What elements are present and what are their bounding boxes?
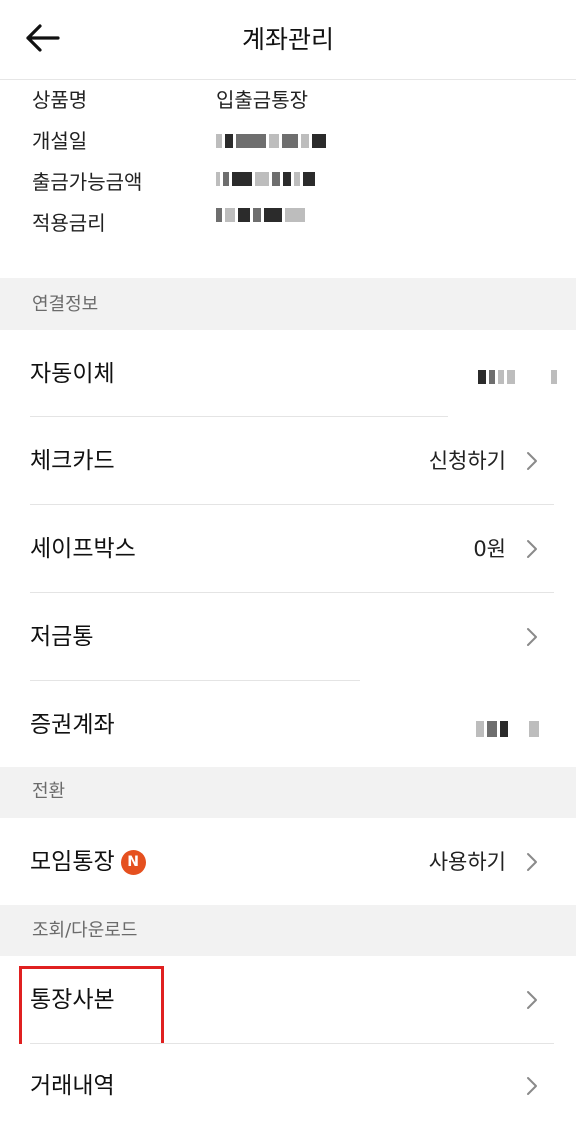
interest-rate-value-redacted bbox=[216, 208, 305, 222]
open-date-label: 개설일 bbox=[32, 129, 88, 153]
highlight-box bbox=[19, 966, 164, 1047]
safe-box-label: 세이프박스 bbox=[30, 536, 136, 562]
chevron-right-icon bbox=[527, 991, 537, 1009]
group-account-row[interactable]: 모임통장 N 사용하기 bbox=[0, 818, 576, 906]
section-connected-label: 연결정보 bbox=[32, 294, 99, 315]
withdrawable-amount-value-redacted bbox=[216, 172, 315, 186]
withdrawable-amount-label: 출금가능금액 bbox=[32, 170, 143, 194]
account-info: 상품명 입출금통장 개설일 출금가능금액 적용금리 bbox=[0, 80, 576, 278]
chevron-right-icon bbox=[527, 853, 537, 871]
page-title: 계좌관리 bbox=[241, 25, 334, 54]
check-card-label: 체크카드 bbox=[30, 448, 115, 474]
interest-rate-label: 적용금리 bbox=[32, 211, 106, 235]
check-card-value: 신청하기 bbox=[428, 449, 506, 473]
open-date-value-redacted bbox=[216, 134, 326, 148]
auto-transfer-row[interactable]: 자동이체 bbox=[0, 330, 576, 418]
section-connected: 연결정보 bbox=[0, 278, 576, 330]
safe-box-row[interactable]: 세이프박스 0원 bbox=[0, 505, 576, 593]
chevron-right-icon bbox=[527, 540, 537, 558]
group-account-label-wrap: 모임통장 N bbox=[30, 846, 146, 878]
transaction-history-row[interactable]: 거래내역 bbox=[0, 1044, 576, 1128]
product-name-value: 입출금통장 bbox=[216, 88, 308, 112]
section-switch-label: 전환 bbox=[32, 781, 66, 802]
auto-transfer-label: 자동이체 bbox=[30, 361, 115, 387]
safe-box-value: 0원 bbox=[473, 537, 506, 561]
group-account-value: 사용하기 bbox=[428, 850, 506, 874]
transaction-history-label: 거래내역 bbox=[30, 1073, 115, 1099]
securities-account-label: 증권계좌 bbox=[30, 712, 115, 738]
piggy-bank-label: 저금통 bbox=[30, 624, 94, 650]
app-header: 계좌관리 bbox=[0, 0, 576, 80]
piggy-bank-row[interactable]: 저금통 bbox=[0, 593, 576, 681]
product-name-label: 상품명 bbox=[32, 88, 88, 112]
chevron-right-icon bbox=[527, 628, 537, 646]
check-card-row[interactable]: 체크카드 신청하기 bbox=[0, 417, 576, 505]
chevron-right-icon bbox=[527, 1077, 537, 1095]
group-account-label: 모임통장 bbox=[30, 849, 115, 875]
section-download-label: 조회/다운로드 bbox=[32, 920, 138, 941]
chevron-right-icon bbox=[527, 452, 537, 470]
auto-transfer-value-redacted bbox=[478, 370, 557, 384]
new-badge: N bbox=[120, 849, 146, 875]
overlay-patch bbox=[358, 676, 562, 776]
section-switch: 전환 bbox=[0, 767, 576, 818]
section-download: 조회/다운로드 bbox=[0, 905, 576, 956]
